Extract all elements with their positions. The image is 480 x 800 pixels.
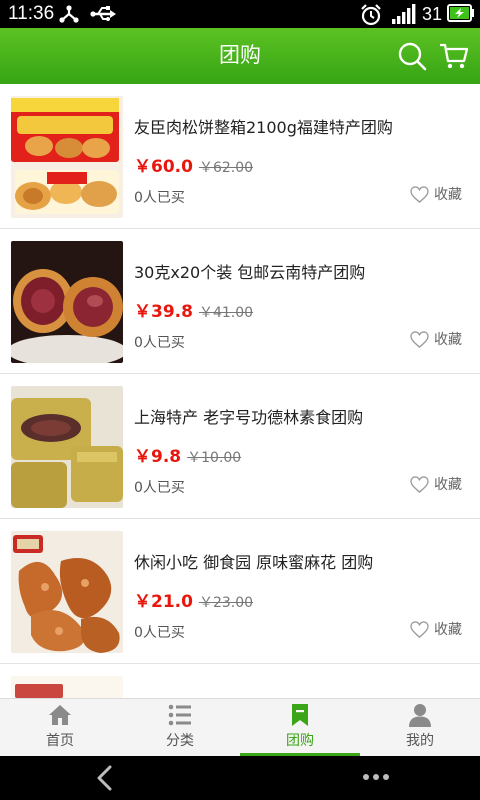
- favorite-button[interactable]: 收藏: [410, 619, 462, 639]
- product-image-pork-floss-cake[interactable]: [11, 96, 123, 218]
- favorite-button[interactable]: 收藏: [410, 184, 462, 204]
- product-list: 友臣肉松饼整箱2100g福建特产团购 ￥60.0 ￥62.00 0人已买 收藏: [0, 84, 480, 698]
- favorite-label: 收藏: [434, 622, 462, 638]
- home-icon: [49, 705, 71, 725]
- more-icon[interactable]: [362, 772, 390, 782]
- product-name[interactable]: 休闲小吃 御食园 原味蜜麻花 团购: [134, 549, 373, 573]
- favorite-button[interactable]: 收藏: [410, 329, 462, 349]
- status-bar: 11:36 31: [0, 0, 480, 28]
- tab-label: 我的: [406, 733, 434, 749]
- screen: 11:36 31 团购 友臣肉松饼整箱2100g福建特产团购 ￥60.0 ￥62…: [0, 0, 480, 800]
- sold-count: 0人已买: [134, 335, 185, 351]
- product-image-flower-cake[interactable]: [11, 241, 123, 363]
- tab-home[interactable]: 首页: [0, 699, 120, 757]
- product-item[interactable]: 休闲小吃 御食园 原味蜜麻花 团购 ￥21.0 ￥23.00 0人已买 收藏: [0, 519, 480, 664]
- favorite-label: 收藏: [434, 332, 462, 348]
- heart-icon: [410, 475, 429, 493]
- product-price: ￥39.8: [134, 302, 193, 322]
- favorite-label: 收藏: [434, 477, 462, 493]
- bookmark-icon: [292, 704, 308, 726]
- app-header: 团购: [0, 28, 480, 84]
- heart-icon: [410, 330, 429, 348]
- original-price: ￥62.00: [198, 160, 254, 176]
- back-icon[interactable]: [94, 765, 116, 791]
- signal-icon: [392, 4, 416, 24]
- usb-share-icon: [59, 5, 79, 23]
- battery-charging-icon: [447, 4, 474, 22]
- tab-profile[interactable]: 我的: [360, 699, 480, 757]
- price-row: ￥9.8 ￥10.00: [134, 442, 241, 467]
- product-name[interactable]: 上海特产 老字号功德林素食团购: [134, 404, 363, 428]
- original-price: ￥10.00: [187, 450, 242, 466]
- price-row: ￥21.0 ￥23.00: [134, 587, 253, 612]
- sold-count: 0人已买: [134, 480, 185, 496]
- original-price: ￥23.00: [198, 595, 254, 611]
- tab-label: 团购: [286, 733, 314, 749]
- product-name[interactable]: 30克x20个装 包邮云南特产团购: [134, 259, 365, 283]
- product-name[interactable]: 友臣肉松饼整箱2100g福建特产团购: [134, 114, 393, 138]
- favorite-button[interactable]: 收藏: [410, 474, 462, 494]
- product-image-partial[interactable]: [11, 676, 123, 698]
- product-image-fried-dough-twist[interactable]: [11, 531, 123, 653]
- alarm-icon: [361, 4, 381, 26]
- product-item[interactable]: 30克x20个装 包邮云南特产团购 ￥39.8 ￥41.00 0人已买 收藏: [0, 229, 480, 374]
- price-row: ￥39.8 ￥41.00: [134, 297, 253, 322]
- product-price: ￥60.0: [134, 157, 193, 177]
- sold-count: 0人已买: [134, 625, 185, 641]
- original-price: ￥41.00: [198, 305, 254, 321]
- favorite-label: 收藏: [434, 187, 462, 203]
- product-image-mung-bean-cake[interactable]: [11, 386, 123, 508]
- tab-group-buy[interactable]: 团购: [240, 699, 360, 757]
- search-icon[interactable]: [396, 40, 428, 72]
- product-item[interactable]: 友臣肉松饼整箱2100g福建特产团购 ￥60.0 ￥62.00 0人已买 收藏: [0, 84, 480, 229]
- bottom-tab-bar: 首页 分类 团购 我的: [0, 698, 480, 757]
- list-icon: [168, 704, 191, 726]
- status-time: 11:36: [8, 3, 55, 24]
- tab-category[interactable]: 分类: [120, 699, 240, 757]
- heart-icon: [410, 620, 429, 638]
- price-row: ￥60.0 ￥62.00: [134, 152, 253, 177]
- battery-level: 31: [422, 4, 443, 24]
- heart-icon: [410, 185, 429, 203]
- sold-count: 0人已买: [134, 190, 185, 206]
- product-item[interactable]: 上海特产 老字号功德林素食团购 ￥9.8 ￥10.00 0人已买 收藏: [0, 374, 480, 519]
- cart-icon[interactable]: [438, 40, 470, 72]
- usb-icon: [90, 6, 116, 21]
- tab-label: 首页: [46, 733, 74, 749]
- system-nav-bar: [0, 756, 480, 800]
- product-price: ￥21.0: [134, 592, 193, 612]
- product-price: ￥9.8: [134, 447, 182, 467]
- user-icon: [409, 704, 431, 727]
- tab-label: 分类: [166, 733, 194, 749]
- product-item-partial[interactable]: [0, 664, 480, 698]
